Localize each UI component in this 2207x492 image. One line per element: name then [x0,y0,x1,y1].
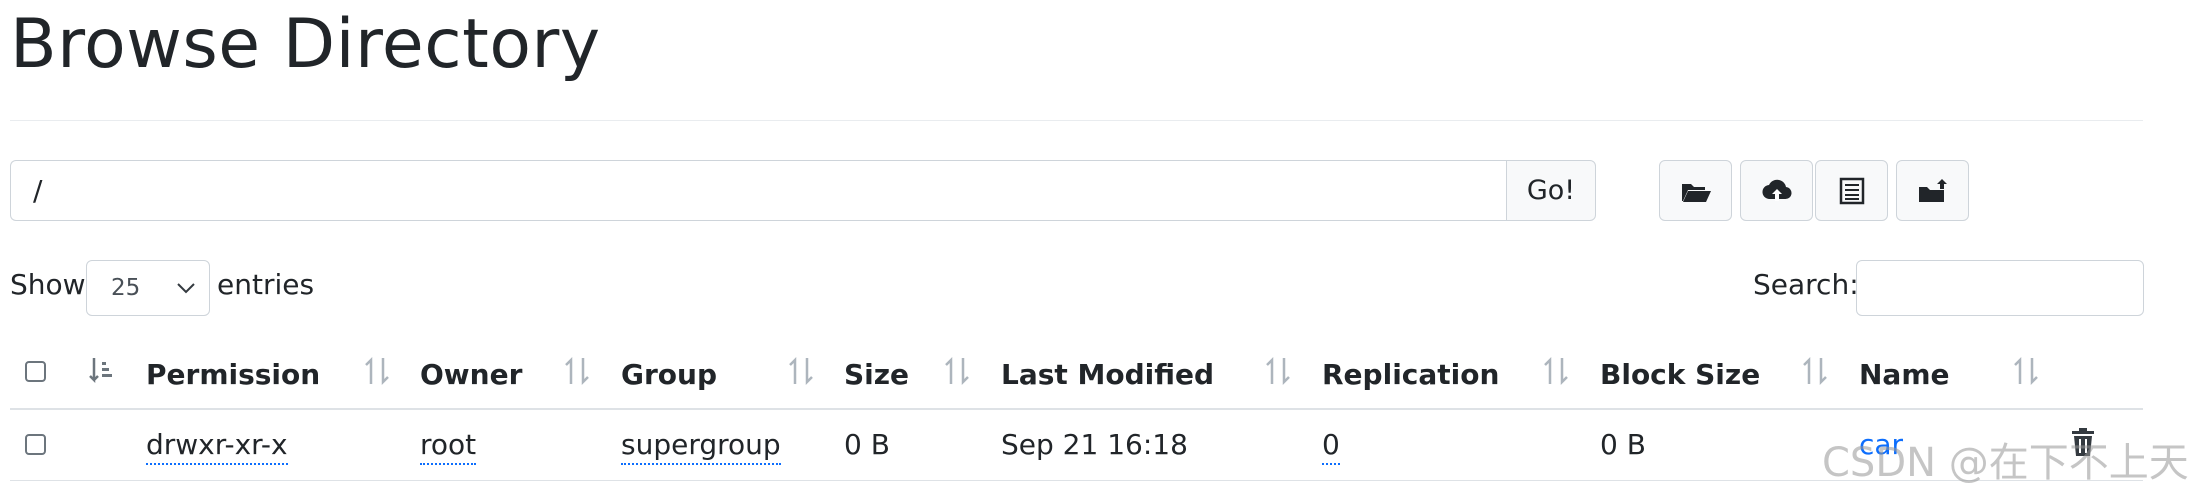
column-header-permission[interactable]: Permission [146,358,320,391]
column-header-size[interactable]: Size [844,358,909,391]
path-input[interactable] [10,160,1507,221]
search-input[interactable] [1856,260,2144,316]
show-label: Show [10,268,86,301]
entries-select[interactable]: 25 [86,260,210,316]
size-cell: 0 B [844,428,890,461]
chevron-down-icon [177,283,195,294]
sort-icon[interactable] [1264,354,1292,388]
sort-icon[interactable] [1542,354,1570,388]
sort-icon[interactable] [943,354,971,388]
last-modified-cell: Sep 21 16:18 [1001,428,1188,461]
owner-cell[interactable]: root [420,428,477,465]
search-label: Search: [1753,268,1859,301]
go-button[interactable]: Go! [1506,160,1596,221]
column-header-group[interactable]: Group [621,358,717,391]
title-divider [10,120,2143,121]
sort-icon[interactable] [563,354,591,388]
row-checkbox[interactable] [25,434,46,455]
column-header-last-modified[interactable]: Last Modified [1001,358,1214,391]
cut-paste-button[interactable] [1815,160,1888,221]
replication-cell[interactable]: 0 [1322,428,1340,465]
column-header-name[interactable]: Name [1859,358,1950,391]
select-all-checkbox[interactable] [25,361,46,382]
column-header-replication[interactable]: Replication [1322,358,1499,391]
permission-cell[interactable]: drwxr-xr-x [146,428,288,465]
sort-icon[interactable] [787,354,815,388]
entries-select-value: 25 [111,275,141,301]
upload-button[interactable] [1740,160,1813,221]
folder-move-icon [1918,178,1947,202]
entries-label: entries [217,268,315,301]
folder-open-icon [1681,183,1711,202]
list-alt-icon [1839,177,1864,204]
watermark: CSDN @在下不上天 [1822,440,2189,486]
move-button[interactable] [1896,160,1969,221]
create-directory-button[interactable] [1659,160,1732,221]
cloud-upload-icon [1761,179,1792,201]
sort-icon[interactable] [1801,354,1829,388]
page-title: Browse Directory [10,5,601,84]
sort-icon[interactable] [2012,354,2040,388]
table-header-rule [10,408,2143,410]
column-header-owner[interactable]: Owner [420,358,522,391]
sort-icon[interactable] [363,354,391,388]
sort-descending-icon[interactable] [88,354,116,388]
block-size-cell: 0 B [1600,428,1646,461]
group-cell[interactable]: supergroup [621,428,781,465]
column-header-block-size[interactable]: Block Size [1600,358,1760,391]
